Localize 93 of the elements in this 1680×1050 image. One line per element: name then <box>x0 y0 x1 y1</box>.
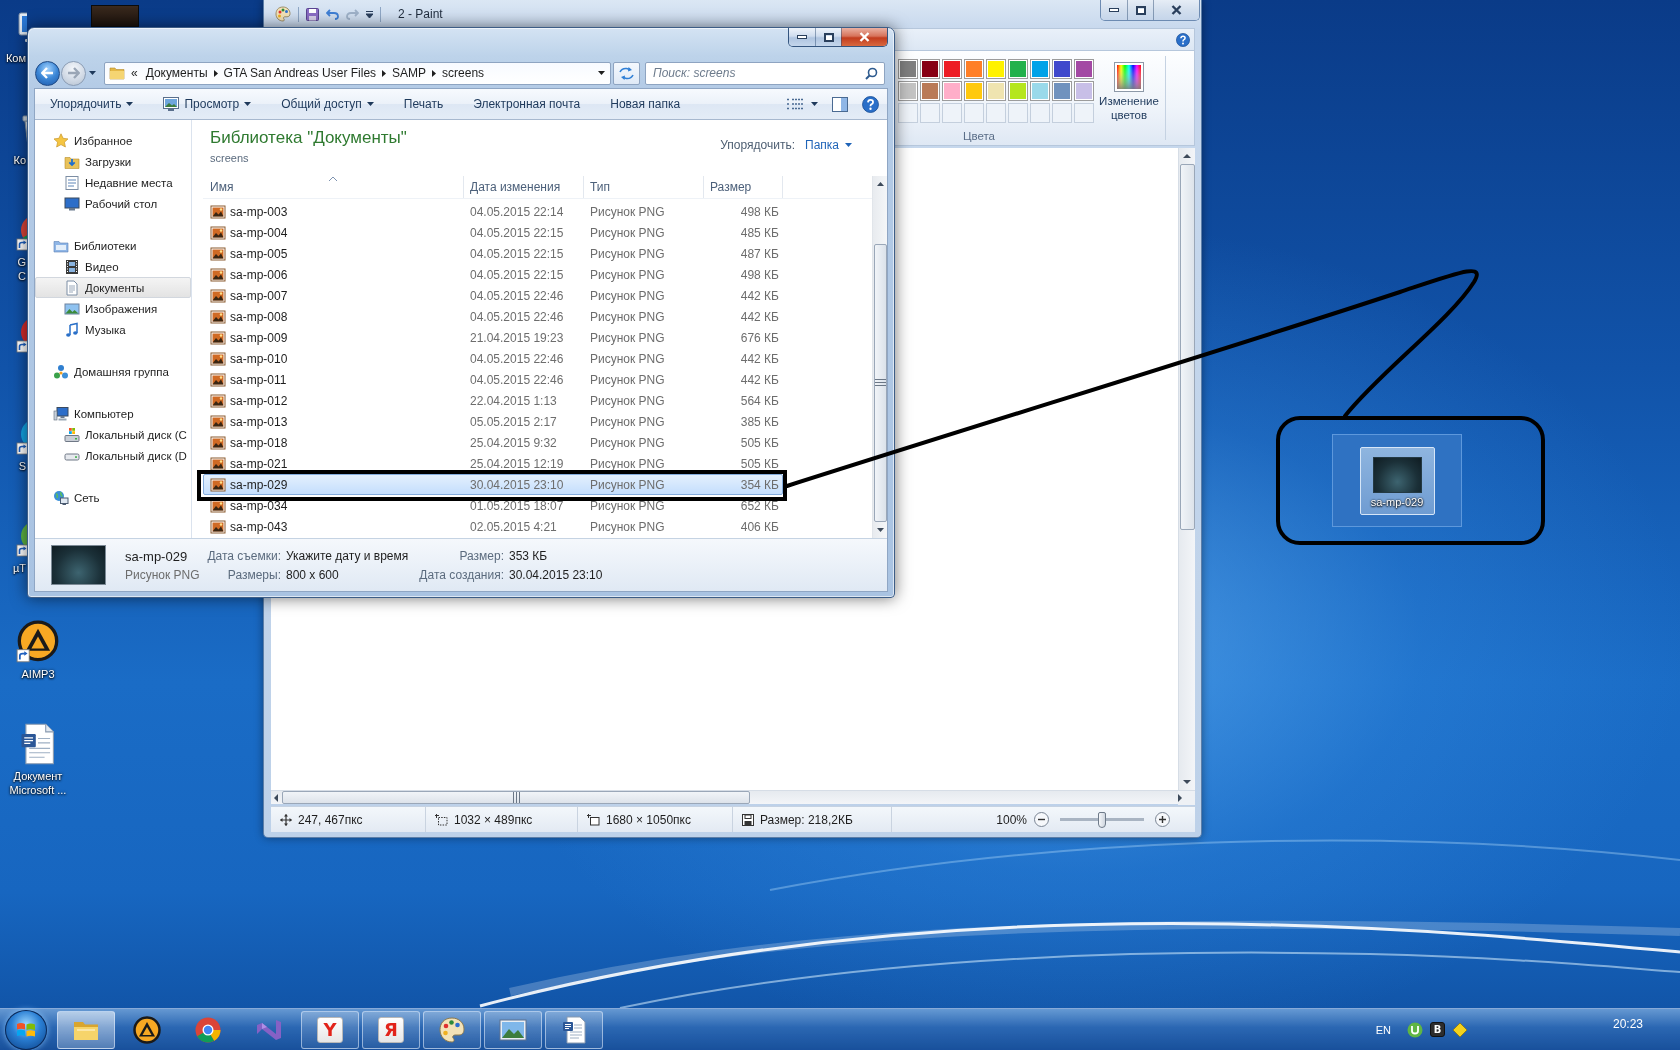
file-size: 406 КБ <box>740 519 780 534</box>
file-type: Рисунок PNG <box>125 567 201 582</box>
folder-subtitle: screens <box>210 152 250 164</box>
details-label: Дата съемки: <box>207 548 281 563</box>
details-label: Размеры: <box>227 567 281 582</box>
file-name: sa-mp-029 <box>230 477 288 492</box>
file-type: Рисунок PNG <box>589 393 665 408</box>
desktop-icon-label: Ком <box>4 51 27 65</box>
file-size: 385 КБ <box>740 414 780 429</box>
modified-date: 01.05.2015 18:07 <box>469 498 564 513</box>
modified-date: 04.05.2015 22:15 <box>469 267 564 282</box>
file-type: Рисунок PNG <box>589 309 665 324</box>
file-name: sa-mp-029 <box>125 548 189 564</box>
file-type: Рисунок PNG <box>589 519 665 534</box>
file-type: Рисунок PNG <box>589 288 665 303</box>
modified-date: 22.04.2015 1:13 <box>469 393 557 408</box>
details-value: 353 КБ <box>509 548 549 563</box>
modified-date: 04.05.2015 22:15 <box>469 225 564 240</box>
letter-logo: Я <box>378 1016 404 1043</box>
modified-date: 05.05.2015 2:17 <box>469 414 557 429</box>
file-name: sa-mp-013 <box>230 414 288 429</box>
file-name: sa-mp-007 <box>230 288 288 303</box>
file-name: sa-mp-008 <box>230 309 288 324</box>
modified-date: 25.04.2015 12:19 <box>469 456 564 471</box>
file-name: sa-mp-043 <box>230 519 288 534</box>
file-size: 354 КБ <box>740 477 780 492</box>
file-name: sa-mp-018 <box>230 435 288 450</box>
file-name: sa-mp-010 <box>230 351 288 366</box>
selection-size: 1032 × 489пкс <box>454 812 533 827</box>
library-title: Библиотека "Документы" <box>210 128 407 148</box>
modified-date: 04.05.2015 22:15 <box>469 246 564 261</box>
file-type: Рисунок PNG <box>589 330 665 345</box>
modified-date: 25.04.2015 9:32 <box>469 435 557 450</box>
file-name: sa-mp-011 <box>230 372 287 387</box>
file-size: 442 КБ <box>740 351 780 366</box>
file-size: 487 КБ <box>740 246 780 261</box>
file-size: 505 КБ <box>740 456 780 471</box>
file-size: 676 КБ <box>740 330 780 345</box>
cursor-position: 247, 467пкс <box>298 812 363 827</box>
modified-date: 04.05.2015 22:46 <box>469 288 564 303</box>
file-name: sa-mp-012 <box>230 393 288 408</box>
modified-date: 04.05.2015 22:14 <box>469 204 564 219</box>
drag-item-label: sa-mp-029 <box>1370 495 1424 508</box>
file-size: 498 КБ <box>740 267 780 282</box>
file-size: 564 КБ <box>740 393 780 408</box>
file-name: sa-mp-006 <box>230 267 288 282</box>
file-type: Рисунок PNG <box>589 225 665 240</box>
desktop-icon-label: µT <box>11 561 27 575</box>
file-type: Рисунок PNG <box>589 351 665 366</box>
zoom-percent: 100% <box>996 812 1027 827</box>
file-type: Рисунок PNG <box>589 456 665 471</box>
canvas-size: 1680 × 1050пкс <box>606 812 691 827</box>
details-label: Размер: <box>459 548 504 563</box>
file-type: Рисунок PNG <box>589 435 665 450</box>
file-size: 652 КБ <box>740 498 780 513</box>
file-type: Рисунок PNG <box>589 498 665 513</box>
file-size: 505 КБ <box>740 435 780 450</box>
file-size: Размер: 218,2КБ <box>760 812 853 827</box>
arrange-label: Упорядочить: <box>720 138 795 152</box>
details-label: Дата создания: <box>419 567 504 582</box>
file-size: 442 КБ <box>740 372 780 387</box>
file-type: Рисунок PNG <box>589 414 665 429</box>
file-name: sa-mp-004 <box>230 225 288 240</box>
modified-date: 02.05.2015 4:21 <box>469 519 557 534</box>
file-name: sa-mp-005 <box>230 246 288 261</box>
modified-date: 30.04.2015 23:10 <box>469 477 564 492</box>
file-name: sa-mp-003 <box>230 204 288 219</box>
desktop-icon-label: S <box>17 459 27 473</box>
desktop-icon-label: Ко <box>12 153 27 167</box>
desktop-icon-label: G C <box>16 255 27 283</box>
ribbon-group-label: Цвета <box>962 130 995 142</box>
window-title: 2 - Paint <box>398 7 443 21</box>
file-type: Рисунок PNG <box>589 267 665 282</box>
file-size: 442 КБ <box>740 288 780 303</box>
desktop-icon-label: AIMP3 <box>21 667 55 681</box>
details-value: 30.04.2015 23:10 <box>509 567 603 582</box>
file-size: 442 КБ <box>740 309 780 324</box>
file-name: sa-mp-021 <box>230 456 288 471</box>
file-type: Рисунок PNG <box>589 204 665 219</box>
file-type: Рисунок PNG <box>589 372 665 387</box>
file-size: 485 КБ <box>740 225 780 240</box>
file-type: Рисунок PNG <box>589 477 665 492</box>
letter-logo: Y <box>317 1016 343 1043</box>
desktop-icon-label: Документ Microsoft ... <box>9 769 67 797</box>
file-name: sa-mp-034 <box>230 498 288 513</box>
modified-date: 04.05.2015 22:46 <box>469 372 564 387</box>
file-size: 498 КБ <box>740 204 780 219</box>
file-type: Рисунок PNG <box>589 246 665 261</box>
details-value: 800 x 600 <box>286 567 340 582</box>
modified-date: 21.04.2015 19:23 <box>469 330 564 345</box>
modified-date: 04.05.2015 22:46 <box>469 309 564 324</box>
modified-date: 04.05.2015 22:46 <box>469 351 564 366</box>
file-name: sa-mp-009 <box>230 330 288 345</box>
